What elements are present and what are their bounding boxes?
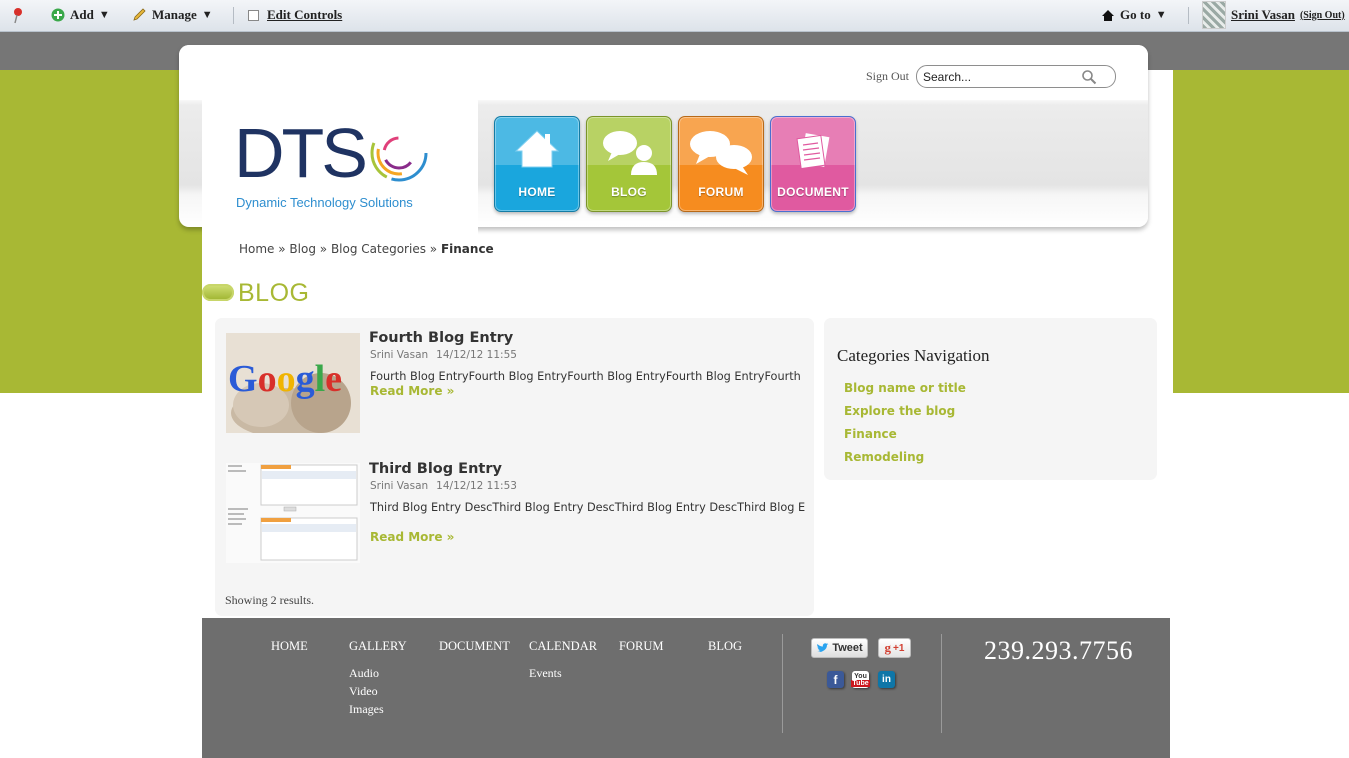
- caret-down-icon: ▼: [1155, 9, 1167, 21]
- breadcrumb-separator: »: [278, 242, 290, 256]
- avatar[interactable]: [1202, 1, 1226, 29]
- pin-icon[interactable]: [11, 7, 25, 25]
- goto-label: Go to: [1120, 7, 1151, 22]
- categories-title: Categories Navigation: [837, 346, 990, 365]
- breadcrumb-blog-categories[interactable]: Blog Categories: [331, 242, 426, 256]
- edit-controls-checkbox[interactable]: [248, 9, 259, 21]
- manage-label: Manage: [152, 7, 197, 22]
- google-plus-icon: g: [884, 640, 892, 655]
- title-pill-decoration: [202, 284, 234, 301]
- entry-author: Srini Vasan: [370, 349, 429, 361]
- entry-description: Third Blog Entry DescThird Blog Entry De…: [370, 501, 806, 514]
- logo-swirl-icon: [370, 124, 428, 182]
- house-icon: [1102, 9, 1114, 21]
- documents-icon: [771, 129, 855, 175]
- goto-menu[interactable]: Go to ▼: [1101, 7, 1167, 23]
- category-link[interactable]: Remodeling: [844, 450, 924, 464]
- nav-home-label: HOME: [518, 185, 556, 199]
- sign-out-link[interactable]: Sign Out: [866, 69, 909, 84]
- footer-nav-blog[interactable]: BLOG: [708, 639, 742, 654]
- caret-down-icon: ▼: [201, 9, 213, 21]
- edit-controls-label: Edit Controls: [267, 7, 343, 22]
- footer-nav-calendar[interactable]: CALENDAR: [529, 639, 597, 654]
- dockbar-sign-out-link[interactable]: (Sign Out): [1300, 10, 1345, 21]
- twitter-bird-icon: [817, 642, 829, 652]
- footer-nav-document[interactable]: DOCUMENT: [439, 639, 510, 654]
- category-link[interactable]: Blog name or title: [844, 381, 966, 395]
- nav-document-button[interactable]: DOCUMENT: [770, 116, 856, 212]
- nav-blog-label: BLOG: [611, 185, 647, 199]
- manage-menu[interactable]: Manage ▼: [132, 7, 213, 23]
- google-logo-text: Google: [228, 358, 342, 400]
- caret-down-icon: ▼: [98, 9, 110, 21]
- footer-nav-gallery[interactable]: GALLERY: [349, 639, 407, 654]
- tweet-label: Tweet: [832, 642, 863, 654]
- entry-title-link[interactable]: Fourth Blog Entry: [369, 330, 513, 346]
- breadcrumb-home[interactable]: Home: [239, 242, 274, 256]
- edit-controls-toggle[interactable]: Edit Controls: [248, 7, 342, 23]
- house-icon: [495, 129, 579, 169]
- youtube-icon[interactable]: You Tube: [851, 671, 870, 688]
- user-name-link[interactable]: Srini Vasan: [1231, 7, 1295, 23]
- add-menu[interactable]: Add ▼: [51, 7, 110, 23]
- entry-date: 14/12/12 11:53: [436, 480, 517, 492]
- search-input[interactable]: [923, 69, 1073, 84]
- site-logo[interactable]: DTS Dynamic Technology Solutions: [234, 117, 434, 217]
- facebook-icon[interactable]: f: [827, 671, 844, 688]
- dockbar: Add ▼ Manage ▼ Edit Controls Go to ▼ Sri…: [0, 0, 1349, 32]
- speech-person-icon: [587, 129, 671, 179]
- logo-tagline: Dynamic Technology Solutions: [236, 195, 413, 210]
- nav-home-button[interactable]: HOME: [494, 116, 580, 212]
- footer-nav-forum[interactable]: FORUM: [619, 639, 663, 654]
- read-more-link[interactable]: Read More »: [370, 530, 454, 544]
- category-link[interactable]: Explore the blog: [844, 404, 955, 418]
- footer-divider: [941, 634, 942, 733]
- phone-number: 239.293.7756: [984, 636, 1133, 665]
- nav-forum-label: FORUM: [698, 185, 744, 199]
- entry-thumbnail[interactable]: Google: [226, 333, 360, 433]
- tweet-button[interactable]: Tweet: [811, 638, 868, 658]
- entry-title-link[interactable]: Third Blog Entry: [369, 461, 502, 477]
- footer-nav-home[interactable]: HOME: [271, 639, 308, 654]
- plus-one-label: +1: [893, 642, 905, 654]
- entry-meta: Srini Vasan 14/12/12 11:55: [370, 349, 517, 361]
- dockbar-divider: [1188, 7, 1189, 24]
- breadcrumb-separator: »: [429, 242, 441, 256]
- breadcrumb-current: Finance: [440, 242, 494, 256]
- read-more-link[interactable]: Read More »: [370, 384, 454, 398]
- page-title: BLOG: [238, 279, 310, 307]
- breadcrumb-separator: »: [319, 242, 331, 256]
- entry-meta: Srini Vasan 14/12/12 11:53: [370, 480, 517, 492]
- speech-bubbles-icon: [679, 129, 763, 177]
- add-label: Add: [70, 7, 94, 22]
- breadcrumb: Home » Blog » Blog Categories » Finance: [239, 242, 494, 256]
- logo-text: DTS: [234, 114, 368, 192]
- search-box: [916, 65, 1116, 88]
- entry-thumbnail[interactable]: [226, 463, 360, 563]
- entry-description: Fourth Blog EntryFourth Blog EntryFourth…: [370, 370, 801, 383]
- linkedin-icon[interactable]: in: [878, 671, 895, 688]
- footer-sub-audio[interactable]: Audio: [349, 666, 379, 681]
- footer-sub-images[interactable]: Images: [349, 702, 384, 717]
- footer-sub-video[interactable]: Video: [349, 684, 378, 699]
- result-count: Showing 2 results.: [225, 593, 315, 607]
- footer-sub-events[interactable]: Events: [529, 666, 562, 681]
- user-area: Srini Vasan (Sign Out): [1202, 1, 1345, 29]
- nav-blog-button[interactable]: BLOG: [586, 116, 672, 212]
- nav-forum-button[interactable]: FORUM: [678, 116, 764, 212]
- search-icon[interactable]: [1081, 69, 1097, 85]
- pencil-icon: [133, 8, 146, 21]
- nav-document-label: DOCUMENT: [777, 185, 849, 199]
- dockbar-divider: [233, 7, 234, 24]
- entry-date: 14/12/12 11:55: [436, 349, 517, 361]
- footer-divider: [782, 634, 783, 733]
- breadcrumb-blog[interactable]: Blog: [289, 242, 316, 256]
- category-link[interactable]: Finance: [844, 427, 897, 441]
- plus-circle-icon: [51, 8, 65, 22]
- google-plus-one-button[interactable]: g +1: [878, 638, 911, 658]
- entry-author: Srini Vasan: [370, 480, 429, 492]
